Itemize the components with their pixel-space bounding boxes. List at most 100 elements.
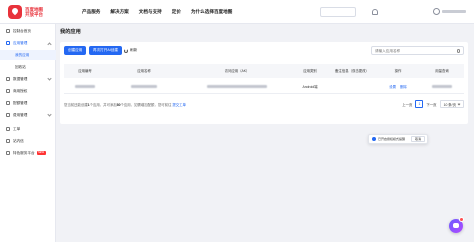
sidebar-item-console-home[interactable]: 控制台首页 bbox=[0, 26, 56, 36]
redacted-app-name bbox=[131, 84, 157, 88]
nav-pricing[interactable]: 定价 bbox=[172, 9, 181, 15]
info-icon bbox=[372, 137, 376, 141]
main-nav: 产品服务 解决方案 文档与支持 定价 为什么选择百度地图 bbox=[82, 9, 232, 15]
quota-icon bbox=[6, 101, 10, 105]
quota-tip: 您当前还能创建1个应用，并可添加80个应用，如需增加配额，您可前往提交工单 bbox=[64, 102, 186, 107]
table-row: Android端 设置 删除 bbox=[64, 78, 464, 94]
sidebar-item-billing[interactable]: 费用管理 bbox=[0, 110, 56, 120]
cell-app-id bbox=[64, 78, 106, 94]
refresh-label: 刷新 bbox=[130, 48, 138, 52]
create-ai-app-button[interactable]: 再次打开AI创建 bbox=[89, 46, 122, 55]
redacted-app-id bbox=[75, 84, 95, 88]
toast-text: 已开启授权模式提醒 bbox=[378, 137, 406, 141]
logo-line-2: 开放平台 bbox=[25, 12, 43, 17]
sidebar-item-label: 配额管理 bbox=[13, 100, 28, 105]
sidebar-item-data-management[interactable]: 数据管理 bbox=[0, 74, 56, 84]
cell-remark[interactable] bbox=[328, 78, 376, 94]
app-search-input[interactable] bbox=[372, 47, 452, 54]
sidebar-item-label: 商用授权 bbox=[13, 88, 28, 93]
next-page-button[interactable]: 下一页 bbox=[426, 102, 436, 107]
redacted-usage bbox=[432, 84, 452, 88]
logo-text: 百度地图 开放平台 bbox=[25, 7, 43, 17]
sidebar-item-quota-management[interactable]: 配额管理 bbox=[0, 98, 56, 108]
nav-why-baidu[interactable]: 为什么选择百度地图 bbox=[191, 9, 232, 15]
notice-toast: 已开启授权模式提醒 取消 bbox=[368, 134, 428, 144]
set-app-link[interactable]: 设置 bbox=[389, 84, 396, 89]
nav-products[interactable]: 产品服务 bbox=[82, 9, 100, 15]
ticket-icon bbox=[6, 127, 10, 131]
column-remark: 备注信息（双击更改） bbox=[335, 69, 369, 73]
global-search-box[interactable] bbox=[320, 7, 356, 17]
column-app-type: 应用类别 bbox=[303, 69, 317, 73]
pagination: 上一页 1 下一页 10 条/页 bbox=[402, 100, 464, 108]
page-title: 我的应用 bbox=[60, 29, 81, 35]
cell-app-name bbox=[106, 78, 182, 94]
column-app-id: 应用编号 bbox=[78, 69, 92, 73]
cell-usage bbox=[420, 78, 464, 94]
notification-dot bbox=[459, 217, 464, 222]
database-icon bbox=[6, 77, 10, 81]
sidebar-item-label: 应用管理 bbox=[13, 40, 28, 45]
baidu-map-logo[interactable]: 百度地图 开放平台 bbox=[8, 5, 43, 19]
table-footer: 您当前还能创建1个应用，并可添加80个应用，如需增加配额，您可前往提交工单 上一… bbox=[64, 100, 464, 110]
chevron-down-icon bbox=[47, 76, 52, 81]
column-actions: 操作 bbox=[394, 69, 402, 73]
cell-app-type: Android端 bbox=[302, 84, 318, 89]
bell-icon[interactable] bbox=[372, 9, 378, 15]
refresh-icon bbox=[124, 48, 128, 53]
redacted-access-key bbox=[207, 84, 267, 88]
license-icon bbox=[6, 89, 10, 93]
home-icon bbox=[6, 29, 10, 33]
sidebar-item-label: 数据管理 bbox=[13, 76, 28, 81]
user-avatar-icon[interactable] bbox=[433, 8, 440, 15]
new-badge: NEW bbox=[36, 151, 46, 155]
app-grid-icon bbox=[6, 41, 10, 45]
column-access-key: 访问应用（AK） bbox=[224, 69, 250, 73]
sidebar-item-featured-services[interactable]: 特色服务平台 NEW bbox=[0, 148, 56, 158]
submit-ticket-link[interactable]: 提交工单 bbox=[172, 103, 186, 107]
page-size-value: 10 条/页 bbox=[443, 102, 456, 107]
delete-app-link[interactable]: 删除 bbox=[400, 84, 407, 89]
sidebar-item-recycle-bin[interactable]: 回收站 bbox=[0, 62, 56, 72]
sidebar-item-label: 我的应用 bbox=[15, 52, 30, 57]
top-navigation-bar: 百度地图 开放平台 产品服务 解决方案 文档与支持 定价 为什么选择百度地图 bbox=[0, 0, 474, 24]
tip-suffix: 个应用，如需增加配额，您可前往 bbox=[120, 103, 172, 107]
sidebar-item-label: 回收站 bbox=[15, 64, 26, 69]
map-pin-logo-icon bbox=[8, 5, 22, 19]
sidebar-item-label: 工单 bbox=[13, 126, 21, 131]
message-icon bbox=[6, 139, 10, 143]
chevron-down-icon bbox=[47, 112, 52, 117]
sidebar-item-label: 费用管理 bbox=[13, 112, 28, 117]
column-app-name: 应用名称 bbox=[137, 69, 151, 73]
tip-mid: 个应用，并可添加 bbox=[89, 103, 117, 107]
page-size-select[interactable]: 10 条/页 bbox=[439, 100, 464, 108]
global-search-input[interactable] bbox=[321, 8, 355, 16]
column-usage: 用量查询 bbox=[435, 69, 449, 73]
sidebar-item-messages[interactable]: 站内信 bbox=[0, 136, 56, 146]
apps-panel: 创建应用 再次打开AI创建 刷新 应用编号 应用名称 访问应用（AK） 应用类别… bbox=[60, 42, 468, 124]
tip-prefix: 您当前还能创建 bbox=[64, 103, 88, 107]
refresh-button[interactable]: 刷新 bbox=[124, 48, 137, 53]
toast-cancel-button[interactable]: 取消 bbox=[410, 136, 425, 142]
sidebar-item-label: 控制台首页 bbox=[13, 28, 31, 33]
page-number-button[interactable]: 1 bbox=[415, 100, 424, 108]
sidebar-item-tickets[interactable]: 工单 bbox=[0, 124, 56, 134]
sidebar-item-label: 站内信 bbox=[13, 138, 24, 143]
billing-icon bbox=[6, 113, 10, 117]
cell-actions: 设置 删除 bbox=[376, 78, 420, 94]
search-icon[interactable] bbox=[456, 49, 460, 53]
cell-access-key bbox=[182, 78, 292, 94]
sidebar: 控制台首页 应用管理 我的应用 回收站 数据管理 商用授权 配额管理 费用管理 … bbox=[0, 24, 56, 242]
sidebar-item-app-management[interactable]: 应用管理 bbox=[0, 38, 56, 48]
star-icon bbox=[6, 151, 10, 155]
app-search-box[interactable] bbox=[371, 46, 464, 55]
nav-solutions[interactable]: 解决方案 bbox=[110, 9, 128, 15]
username-redacted[interactable] bbox=[442, 10, 466, 13]
nav-docs[interactable]: 文档与支持 bbox=[139, 9, 162, 15]
chevron-up-icon bbox=[47, 42, 52, 47]
create-app-button[interactable]: 创建应用 bbox=[64, 46, 87, 55]
sidebar-item-commercial-license[interactable]: 商用授权 bbox=[0, 86, 56, 96]
prev-page-button[interactable]: 上一页 bbox=[402, 102, 412, 107]
sidebar-item-my-apps[interactable]: 我的应用 bbox=[0, 50, 56, 60]
sidebar-item-label: 特色服务平台 bbox=[13, 150, 35, 155]
